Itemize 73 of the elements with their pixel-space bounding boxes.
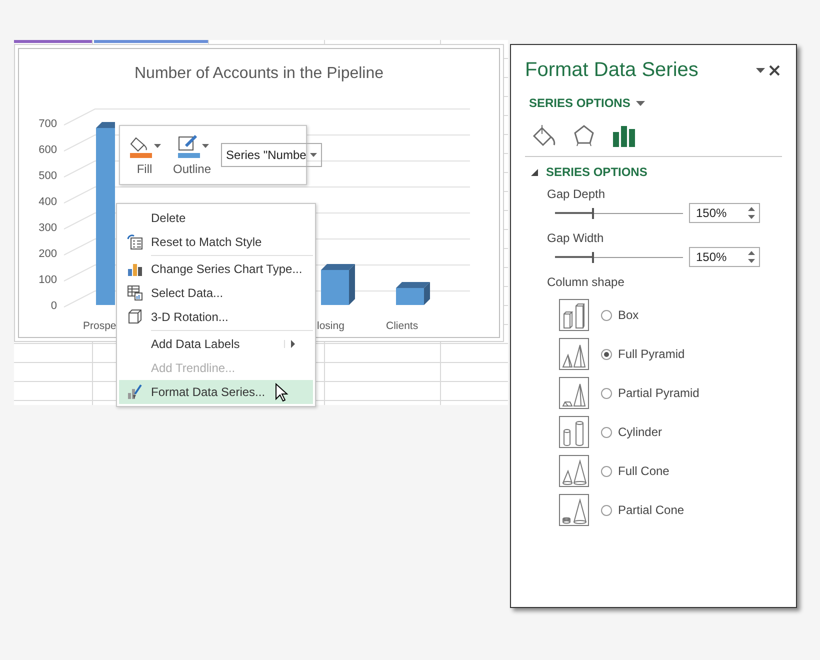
shape-option-label: Partial Pyramid [618, 386, 700, 400]
slider-label: Gap Depth [547, 187, 606, 201]
fill-button[interactable]: Fill [126, 132, 163, 178]
radio-button[interactable] [601, 310, 612, 320]
shape-option-label: Box [618, 308, 639, 322]
menu-item[interactable]: Format Data Series... [119, 380, 313, 404]
menu-item[interactable]: Add Data Labels [119, 332, 313, 356]
expand-triangle-icon [531, 168, 538, 176]
reset-style-icon [127, 234, 143, 250]
column-3d-drawing[interactable] [321, 264, 355, 305]
spinner-arrows-icon [748, 206, 755, 220]
menu-item[interactable]: Select Data... [119, 281, 313, 305]
shape-option-label: Full Cone [618, 464, 670, 478]
radio-button[interactable] [601, 466, 612, 476]
pane-options-button[interactable] [754, 68, 767, 73]
menu-item[interactable]: Delete [119, 206, 313, 230]
column-shape-icon [559, 377, 589, 409]
column-shape-icon [559, 455, 589, 487]
category-label: losing [317, 320, 344, 332]
axis-label: 100 [38, 274, 57, 286]
category-label: Clients [386, 320, 418, 332]
menu-item[interactable]: Change Series Chart Type... [119, 257, 313, 281]
pencil-icon [176, 134, 202, 158]
bar-chart-icon [127, 261, 143, 277]
shape-option-label: Partial Cone [618, 503, 684, 517]
series-options-tab[interactable] [611, 123, 637, 149]
menu-item[interactable]: Reset to Match Style [119, 230, 313, 254]
cube-icon [127, 309, 143, 325]
fill-line-tab[interactable] [531, 123, 557, 149]
close-button[interactable] [767, 65, 782, 76]
caret-icon [636, 100, 646, 106]
slider-label: Gap Width [547, 231, 605, 245]
axis-label: 600 [38, 144, 57, 156]
column-shape-icon [559, 299, 589, 331]
outline-button[interactable]: Outline [171, 132, 214, 178]
axis-label: 0 [50, 300, 57, 312]
radio-button[interactable] [601, 426, 612, 438]
section-label: Column shape [547, 275, 626, 289]
slider-track[interactable] [555, 208, 683, 218]
series-dropdown[interactable]: Series "Numbe [221, 143, 322, 167]
table-chart-icon [127, 285, 143, 301]
section-header[interactable]: SERIES OPTIONS [531, 165, 648, 179]
category-label: Prospe [83, 320, 116, 332]
column-3d-drawing[interactable] [396, 282, 430, 305]
effects-tab[interactable] [571, 123, 597, 149]
slider-thumb[interactable] [592, 252, 594, 262]
menu-item[interactable]: 3-D Rotation... [119, 305, 313, 329]
axis-label: 200 [38, 248, 57, 260]
column-shape-icon [559, 494, 589, 526]
mouse-cursor-icon [275, 383, 289, 403]
spin-box[interactable]: 150% [689, 247, 760, 267]
spinner-arrows-icon [748, 250, 755, 264]
format-brush-icon [127, 384, 143, 400]
slider-track[interactable] [555, 252, 683, 262]
radio-button[interactable] [601, 388, 612, 398]
axis-label: 700 [38, 118, 57, 130]
spin-box[interactable]: 150% [689, 203, 760, 223]
shape-option-label: Cylinder [618, 425, 662, 439]
caret-icon [310, 153, 318, 157]
caret-icon [202, 144, 209, 148]
axis-label: 300 [38, 222, 57, 234]
series-options-menu[interactable]: SERIES OPTIONS [529, 96, 646, 110]
radio-button[interactable] [601, 504, 612, 516]
axis-label: 400 [38, 196, 57, 208]
chart-title: Number of Accounts in the Pipeline [134, 65, 384, 82]
pane-title: Format Data Series [525, 59, 700, 82]
column-shape-icon [559, 416, 589, 448]
axis-label: 500 [38, 170, 57, 182]
slider-thumb[interactable] [592, 208, 594, 218]
shape-option-label: Full Pyramid [618, 347, 685, 361]
column-shape-icon [559, 338, 589, 370]
radio-button[interactable] [601, 348, 612, 360]
caret-icon [154, 144, 161, 148]
